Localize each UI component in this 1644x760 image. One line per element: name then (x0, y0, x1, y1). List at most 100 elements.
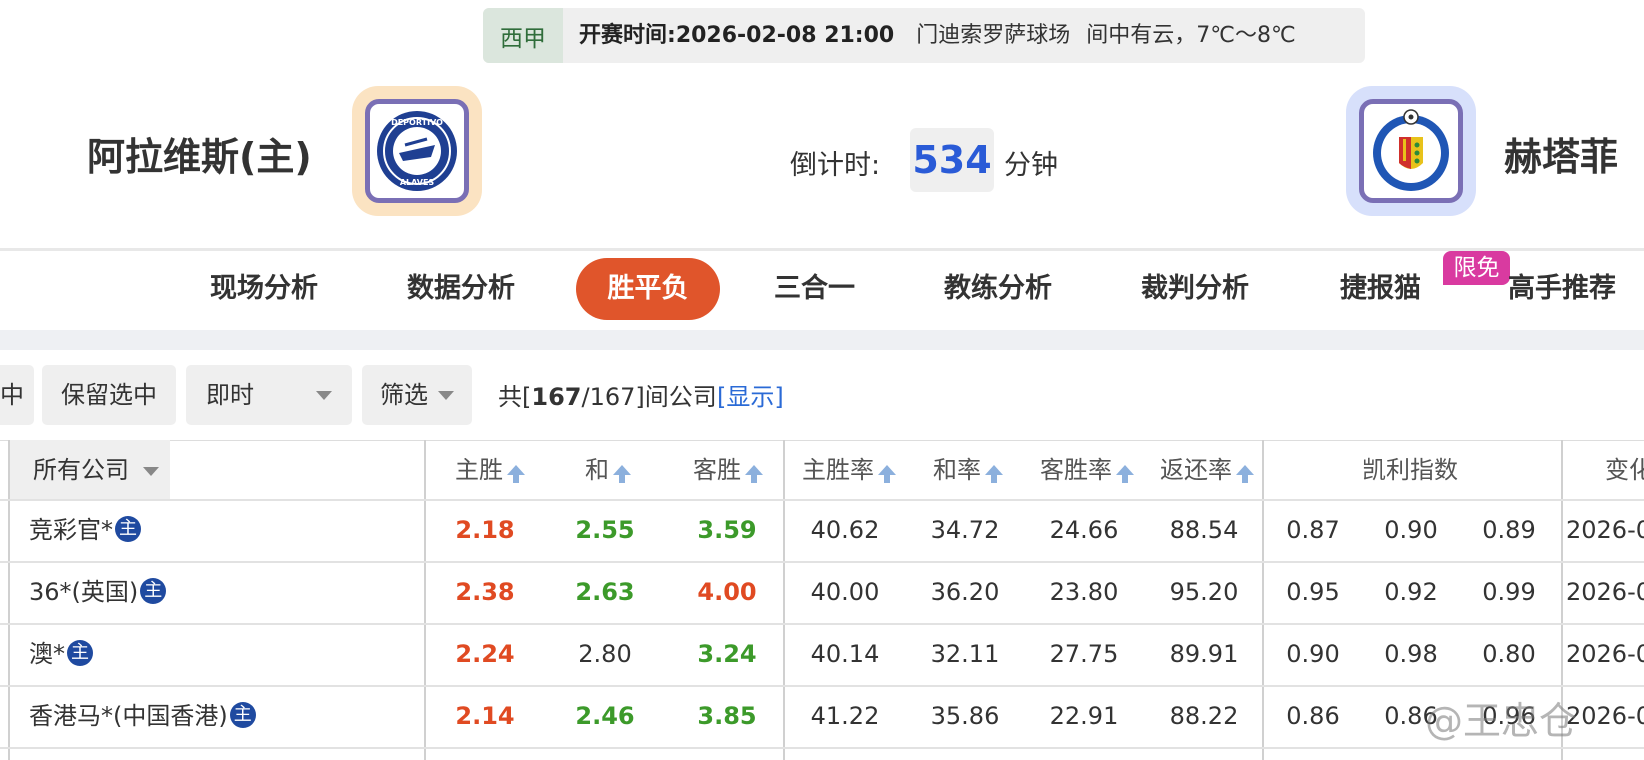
sort-draw-rate[interactable]: 和率 (933, 440, 1003, 500)
change-header: 变化 (1605, 456, 1644, 484)
odds-cell-home: 2.14 (455, 702, 515, 730)
company-name-cell[interactable]: 36*(英国) 主 (29, 562, 167, 622)
sort-up-icon (1236, 465, 1254, 483)
count-shown: 167 (531, 383, 582, 411)
home-team-name[interactable]: 阿拉维斯(主) (87, 126, 312, 181)
odds-cell-dr: 35.86 (930, 702, 1000, 730)
watermark: @王忠仓 (1425, 699, 1578, 743)
tab-jiebao-cat[interactable]: 捷报猫 (1340, 258, 1421, 320)
change-time-cell: 2026-02 (1566, 640, 1644, 668)
sort-draw[interactable]: 和 (585, 440, 631, 500)
section-band (0, 330, 1644, 350)
sort-home-win[interactable]: 主胜 (455, 440, 525, 500)
odds-cell-home: 2.24 (455, 640, 515, 668)
chevron-down-icon (438, 391, 454, 400)
sort-away-win[interactable]: 客胜 (693, 440, 763, 500)
table-row[interactable]: 香港马*(中国香港) 主 2.14 2.46 3.85 41.22 35.86 22.91 88… (0, 686, 1644, 748)
company-name-cell[interactable]: 竞彩官* 主 (29, 500, 141, 560)
odds-cell-dr: 34.72 (930, 516, 1000, 544)
free-badge: 限免 (1443, 251, 1510, 285)
start-time: 2026-02-08 21:00 (675, 23, 895, 48)
tab-win-draw-loss[interactable]: 胜平负 (576, 258, 720, 320)
odds-cell-k1: 0.90 (1286, 640, 1340, 668)
league-tag[interactable]: 西甲 (483, 8, 563, 63)
company-header: 所有公司 (33, 456, 129, 484)
clipped-button[interactable]: 中 (0, 365, 34, 425)
odds-cell-draw: 2.55 (575, 516, 635, 544)
sort-away-rate[interactable]: 客胜率 (1040, 440, 1134, 500)
getafe-crest-icon (1373, 109, 1449, 191)
row-divider (0, 747, 1644, 749)
mode-select-value: 即时 (206, 381, 254, 409)
count-prefix: 共[ (498, 383, 532, 411)
company-name: 澳* (29, 640, 65, 668)
chevron-down-icon (316, 391, 332, 400)
away-win-header: 客胜 (693, 456, 741, 484)
table-row[interactable]: 澳* 主 2.24 2.80 3.24 40.14 32.11 27.75 89.91 0.90 0… (0, 624, 1644, 686)
odds-cell-k2: 0.90 (1384, 516, 1438, 544)
start-time-label: 开赛时间: (579, 23, 676, 48)
draw-header: 和 (585, 456, 609, 484)
sort-up-icon (745, 465, 763, 483)
odds-cell-dr: 36.20 (930, 578, 1000, 606)
match-info-bar: 西甲 开赛时间:2026-02-08 21:00 门迪索罗萨球场 间中有云，7℃～8… (483, 8, 1365, 63)
sort-up-icon (985, 465, 1003, 483)
odds-cell-draw: 2.46 (575, 702, 635, 730)
host-icon: 主 (229, 702, 256, 728)
odds-cell-ar: 22.91 (1049, 702, 1119, 730)
sort-up-icon (507, 465, 525, 483)
match-info-text: 开赛时间:2026-02-08 21:00 门迪索罗萨球场 间中有云，7℃～8℃ (579, 8, 1296, 63)
sort-up-icon (1116, 465, 1134, 483)
odds-cell-k1: 0.86 (1286, 702, 1340, 730)
odds-cell-home: 2.18 (455, 516, 515, 544)
away-team-name[interactable]: 赫塔菲 (1504, 126, 1618, 181)
company-name: 香港马*(中国香港) (29, 702, 228, 730)
home-win-header: 主胜 (455, 456, 503, 484)
odds-cell-ret: 88.54 (1169, 516, 1239, 544)
sort-return-rate[interactable]: 返还率 (1160, 440, 1254, 500)
odds-cell-ar: 23.80 (1049, 578, 1119, 606)
draw-rate-header: 和率 (933, 456, 981, 484)
odds-cell-away: 3.24 (697, 640, 757, 668)
odds-cell-hr: 40.00 (810, 578, 880, 606)
odds-cell-k3: 0.99 (1482, 578, 1536, 606)
odds-cell-away: 3.85 (697, 702, 757, 730)
odds-cell-ar: 27.75 (1049, 640, 1119, 668)
odds-cell-hr: 41.22 (810, 702, 880, 730)
svg-text:DEPORTIVO: DEPORTIVO (391, 118, 443, 127)
odds-cell-away: 4.00 (697, 578, 757, 606)
table-row[interactable]: 36*(英国) 主 2.38 2.63 4.00 40.00 36.20 23.80 95.20… (0, 562, 1644, 624)
header-divider (0, 248, 1644, 251)
tab-referee-analysis[interactable]: 裁判分析 (1141, 258, 1249, 320)
tab-expert-picks[interactable]: 高手推荐 (1508, 258, 1616, 320)
return-rate-header: 返还率 (1160, 456, 1232, 484)
kelly-header: 凯利指数 (1362, 456, 1458, 484)
company-name-cell[interactable]: 澳* 主 (29, 624, 93, 684)
change-time-cell: 2026-02 (1566, 702, 1644, 730)
home-team-logo[interactable]: DEPORTIVO ALAVES (352, 86, 482, 216)
tab-coach-analysis[interactable]: 教练分析 (944, 258, 1052, 320)
odds-cell-k1: 0.87 (1286, 516, 1340, 544)
odds-cell-k2: 0.92 (1384, 578, 1438, 606)
sort-home-rate[interactable]: 主胜率 (802, 440, 896, 500)
company-filter[interactable]: 所有公司 (33, 440, 159, 500)
odds-cell-draw: 2.80 (578, 640, 632, 668)
filter-select[interactable]: 筛选 (362, 365, 472, 425)
tab-data-analysis[interactable]: 数据分析 (407, 258, 515, 320)
odds-cell-away: 3.59 (697, 516, 757, 544)
weather: 间中有云，7℃～8℃ (1086, 23, 1296, 48)
tab-live-analysis[interactable]: 现场分析 (210, 258, 318, 320)
keep-selected-button[interactable]: 保留选中 (42, 365, 176, 425)
odds-cell-home: 2.38 (455, 578, 515, 606)
mode-select[interactable]: 即时 (186, 365, 352, 425)
home-rate-header: 主胜率 (802, 456, 874, 484)
filter-select-label: 筛选 (380, 381, 428, 409)
odds-cell-dr: 32.11 (930, 640, 1000, 668)
odds-cell-hr: 40.62 (810, 516, 880, 544)
company-name-cell[interactable]: 香港马*(中国香港) 主 (29, 686, 256, 746)
tab-three-in-one[interactable]: 三合一 (774, 258, 855, 320)
show-link[interactable]: [显示] (717, 377, 784, 412)
away-rate-header: 客胜率 (1040, 456, 1112, 484)
away-team-logo[interactable] (1346, 86, 1476, 216)
table-row[interactable]: 竞彩官* 主 2.18 2.55 3.59 40.62 34.72 24.66 88.54 0.8… (0, 500, 1644, 562)
